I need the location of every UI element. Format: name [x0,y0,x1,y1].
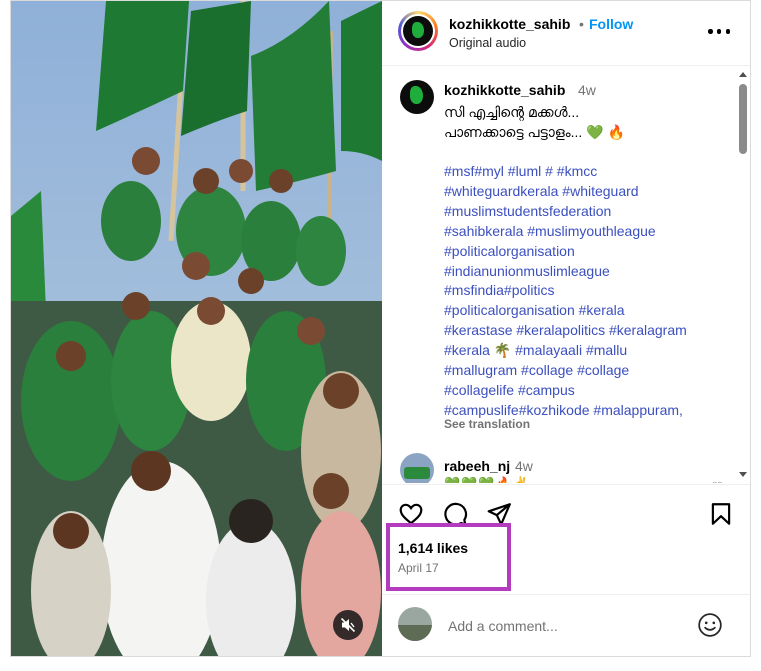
follow-button[interactable]: Follow [589,16,633,32]
separator-dot: • [579,16,584,32]
scroll-down-arrow-icon[interactable] [739,472,747,477]
author-avatar[interactable] [398,11,438,51]
author-username[interactable]: kozhikkotte_sahib [449,16,570,32]
commenter-avatar[interactable] [400,453,434,483]
caption-text: സി എച്ചിന്റെ മക്കൾ... പാണക്കാട്ടെ പട്ടാള… [444,104,625,140]
comments-scrollbar[interactable] [737,66,749,483]
caption-time: 4w [578,82,596,98]
hashtag-line[interactable]: #kerala 🌴 #malayaali #mallu [444,341,734,361]
mute-button[interactable] [333,610,363,640]
emoji-icon[interactable] [697,612,723,638]
audio-label[interactable]: Original audio [449,36,526,50]
more-options-icon[interactable] [708,29,730,35]
caption-avatar[interactable] [400,80,434,114]
post-side-panel: kozhikkotte_sahib • Follow Original audi… [382,1,750,656]
likes-count[interactable]: 1,614 likes [398,540,468,556]
hashtag-line[interactable]: #whiteguardkerala #whiteguard [444,182,734,202]
add-comment-input[interactable] [448,616,668,636]
hashtag-line[interactable]: #kerastase #keralapolitics #keralagram [444,321,734,341]
scroll-up-arrow-icon[interactable] [739,72,747,77]
hashtag-line[interactable]: #msf#myl #luml # #kmcc [444,162,734,182]
hashtag-line[interactable]: #sahibkerala #muslimyouthleague [444,222,734,242]
current-user-avatar [398,607,432,641]
comment-like-icon[interactable]: ♡ [711,479,724,483]
comment-time: 4w [515,458,533,474]
scroll-thumb[interactable] [739,84,747,154]
post-date[interactable]: April 17 [398,561,439,575]
hashtag-line[interactable]: #politicalorganisation #kerala [444,301,734,321]
comments-list[interactable]: kozhikkotte_sahib 4w സി എച്ചിന്റെ മക്കൾ.… [382,66,750,483]
hashtag-line[interactable]: #muslimstudentsfederation [444,202,734,222]
hashtag-line[interactable]: #indianunionmuslimleague [444,262,734,282]
caption-username[interactable]: kozhikkotte_sahib [444,82,565,98]
mute-icon [340,617,356,633]
comment-text: 💚💚💚🔥✌ [444,476,530,483]
hashtag-line[interactable]: #msfindia#politics [444,281,734,301]
likes-highlight-box [386,523,511,591]
see-translation-link[interactable]: See translation [444,417,530,431]
add-comment-bar [382,594,750,656]
hashtags: #msf#myl #luml # #kmcc #whiteguardkerala… [444,162,734,421]
post-video[interactable] [11,1,382,656]
hashtag-line[interactable]: #mallugram #collage #collage [444,361,734,381]
crowd-video-frame [11,1,382,656]
hashtag-line[interactable]: #collagelife #campus [444,381,734,401]
bookmark-icon[interactable] [708,501,734,527]
hashtag-line[interactable]: #politicalorganisation [444,242,734,262]
post-dialog: kozhikkotte_sahib • Follow Original audi… [10,0,751,657]
post-header: kozhikkotte_sahib • Follow Original audi… [382,1,750,66]
post-actions: 1,614 likes April 17 [382,484,750,595]
commenter-username[interactable]: rabeeh_nj [444,458,510,474]
